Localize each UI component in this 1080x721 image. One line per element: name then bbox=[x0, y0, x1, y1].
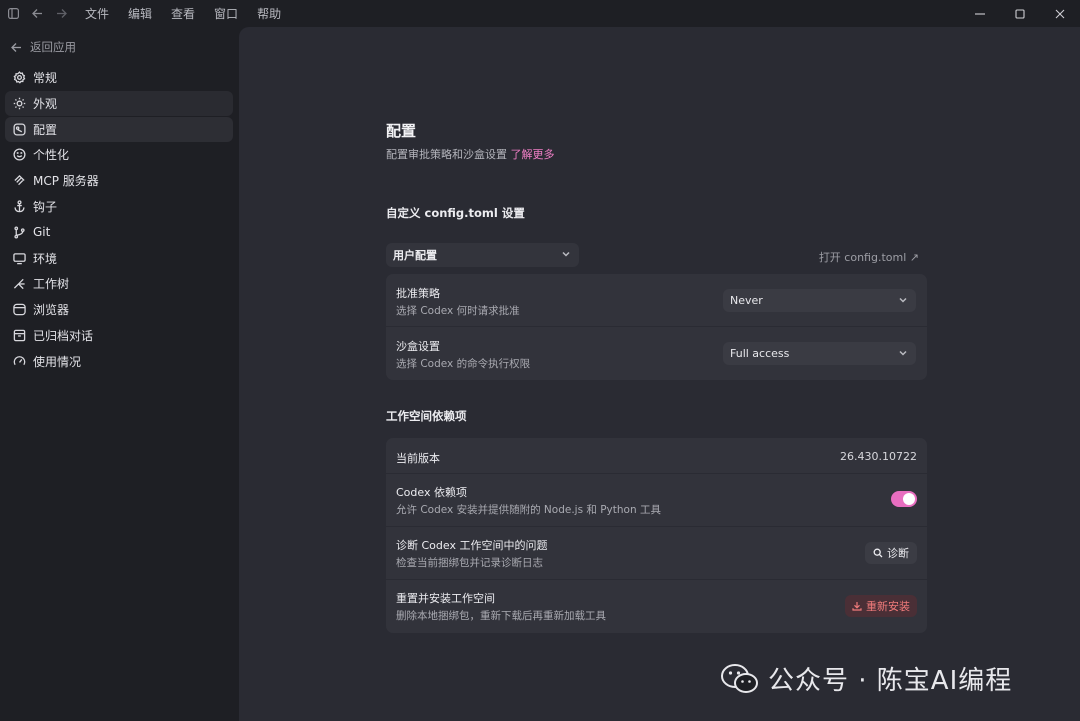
menu-bar: 文件 编辑 查看 窗口 帮助 bbox=[85, 5, 281, 22]
approval-policy-select[interactable]: Never bbox=[723, 289, 916, 312]
sidebar-item-git[interactable]: Git bbox=[5, 220, 233, 245]
maximize-icon[interactable] bbox=[1000, 0, 1040, 27]
sidebar-item-config[interactable]: 配置 bbox=[5, 116, 233, 142]
diagnose-row: 诊断 Codex 工作空间中的问题 检查当前捆绑包并记录诊断日志 诊断 bbox=[386, 527, 927, 580]
back-to-app-link[interactable]: 返回应用 bbox=[11, 39, 76, 55]
sidebar-item-appearance[interactable]: 外观 bbox=[5, 90, 233, 116]
chevron-down-icon bbox=[561, 249, 571, 259]
settings-main-panel: 配置 配置审批策略和沙盒设置 了解更多 自定义 config.toml 设置 用… bbox=[239, 27, 1080, 721]
custom-config-section-title: 自定义 config.toml 设置 bbox=[386, 206, 525, 220]
sliders-icon bbox=[12, 122, 26, 136]
forward-arrow-icon[interactable] bbox=[51, 4, 71, 24]
sandbox-row: 沙盒设置 选择 Codex 的命令执行权限 Full access bbox=[386, 327, 927, 380]
menu-edit[interactable]: 编辑 bbox=[128, 5, 152, 22]
sidebar-item-environment[interactable]: 环境 bbox=[5, 246, 233, 271]
deps-label: Codex 依赖项 bbox=[396, 486, 467, 499]
policy-card: 批准策略 选择 Codex 何时请求批准 Never 沙盒设置 选择 Codex… bbox=[386, 274, 927, 380]
version-value: 26.430.10722 bbox=[840, 450, 917, 463]
minimize-icon[interactable] bbox=[960, 0, 1000, 27]
toggle-knob bbox=[903, 493, 915, 505]
deps-desc: 允许 Codex 安装并提供随附的 Node.js 和 Python 工具 bbox=[396, 504, 661, 516]
page-title: 配置 bbox=[386, 122, 417, 140]
worktree-icon bbox=[12, 277, 26, 291]
diagnose-label: 诊断 Codex 工作空间中的问题 bbox=[396, 539, 548, 552]
menu-window[interactable]: 窗口 bbox=[214, 5, 238, 22]
sandbox-select[interactable]: Full access bbox=[723, 342, 916, 365]
version-label: 当前版本 bbox=[396, 452, 440, 465]
sidebar-item-general[interactable]: 常规 bbox=[5, 65, 233, 90]
sidebar-item-mcp[interactable]: MCP 服务器 bbox=[5, 168, 233, 193]
sidebar-item-usage[interactable]: 使用情况 bbox=[5, 349, 233, 374]
chevron-down-icon bbox=[898, 295, 908, 305]
settings-nav: 常规 外观 配置 个性化 MCP 服务器 钩子 Git 环境 工作树 浏览器 已… bbox=[5, 65, 233, 375]
open-config-link[interactable]: 打开 config.toml ↗ bbox=[819, 249, 919, 265]
sidebar-item-personalize[interactable]: 个性化 bbox=[5, 142, 233, 167]
sidebar-item-worktree[interactable]: 工作树 bbox=[5, 271, 233, 296]
window-controls bbox=[960, 0, 1080, 27]
sidebar-item-hooks[interactable]: 钩子 bbox=[5, 194, 233, 219]
monitor-icon bbox=[12, 251, 26, 265]
sandbox-desc: 选择 Codex 的命令执行权限 bbox=[396, 358, 531, 370]
sidebar: 返回应用 常规 外观 配置 个性化 MCP 服务器 钩子 Git 环境 工作树 … bbox=[0, 27, 239, 721]
arrow-left-icon bbox=[11, 42, 21, 52]
reset-row: 重置并安装工作空间 删除本地捆绑包，重新下载后再重新加载工具 重新安装 bbox=[386, 580, 927, 633]
back-label: 返回应用 bbox=[30, 40, 76, 54]
workspace-section-title: 工作空间依赖项 bbox=[386, 409, 467, 423]
sun-icon bbox=[12, 96, 26, 110]
gauge-icon bbox=[12, 354, 26, 368]
approval-policy-label: 批准策略 bbox=[396, 287, 440, 300]
git-branch-icon bbox=[12, 225, 26, 239]
mcp-icon bbox=[12, 174, 26, 188]
workspace-card: 当前版本 26.430.10722 Codex 依赖项 允许 Codex 安装并… bbox=[386, 438, 927, 633]
reset-label: 重置并安装工作空间 bbox=[396, 592, 495, 605]
diagnose-button[interactable]: 诊断 bbox=[865, 542, 917, 564]
sandbox-label: 沙盒设置 bbox=[396, 340, 440, 353]
search-icon bbox=[873, 548, 883, 558]
archive-icon bbox=[12, 328, 26, 342]
reset-desc: 删除本地捆绑包，重新下载后再重新加载工具 bbox=[396, 610, 606, 622]
gear-icon bbox=[12, 71, 26, 85]
back-arrow-icon[interactable] bbox=[27, 4, 47, 24]
close-icon[interactable] bbox=[1040, 0, 1080, 27]
approval-policy-desc: 选择 Codex 何时请求批准 bbox=[396, 305, 520, 317]
browser-icon bbox=[12, 303, 26, 317]
menu-view[interactable]: 查看 bbox=[171, 5, 195, 22]
sidebar-toggle-icon[interactable] bbox=[3, 4, 23, 24]
sidebar-item-archived[interactable]: 已归档对话 bbox=[5, 323, 233, 348]
deps-row: Codex 依赖项 允许 Codex 安装并提供随附的 Node.js 和 Py… bbox=[386, 474, 927, 527]
version-row: 当前版本 26.430.10722 bbox=[386, 438, 927, 474]
chevron-down-icon bbox=[898, 348, 908, 358]
approval-policy-row: 批准策略 选择 Codex 何时请求批准 Never bbox=[386, 274, 927, 327]
menu-help[interactable]: 帮助 bbox=[257, 5, 281, 22]
title-bar: 文件 编辑 查看 窗口 帮助 bbox=[0, 0, 1080, 27]
deps-toggle[interactable] bbox=[891, 491, 917, 507]
sidebar-item-browser[interactable]: 浏览器 bbox=[5, 297, 233, 322]
watermark-text: 公众号 · 陈宝AI编程 bbox=[768, 666, 1013, 696]
wechat-logo-icon bbox=[721, 663, 758, 693]
reinstall-button[interactable]: 重新安装 bbox=[845, 595, 917, 617]
download-icon bbox=[852, 602, 862, 611]
anchor-icon bbox=[12, 199, 26, 213]
profile-select[interactable]: 用户配置 bbox=[386, 243, 579, 267]
smile-icon bbox=[12, 148, 26, 162]
watermark: 公众号 · 陈宝AI编程 bbox=[720, 660, 1012, 697]
page-subtitle: 配置审批策略和沙盒设置 了解更多 bbox=[386, 148, 555, 161]
diagnose-desc: 检查当前捆绑包并记录诊断日志 bbox=[396, 557, 543, 569]
learn-more-link[interactable]: 了解更多 bbox=[511, 148, 555, 161]
menu-file[interactable]: 文件 bbox=[85, 5, 109, 22]
